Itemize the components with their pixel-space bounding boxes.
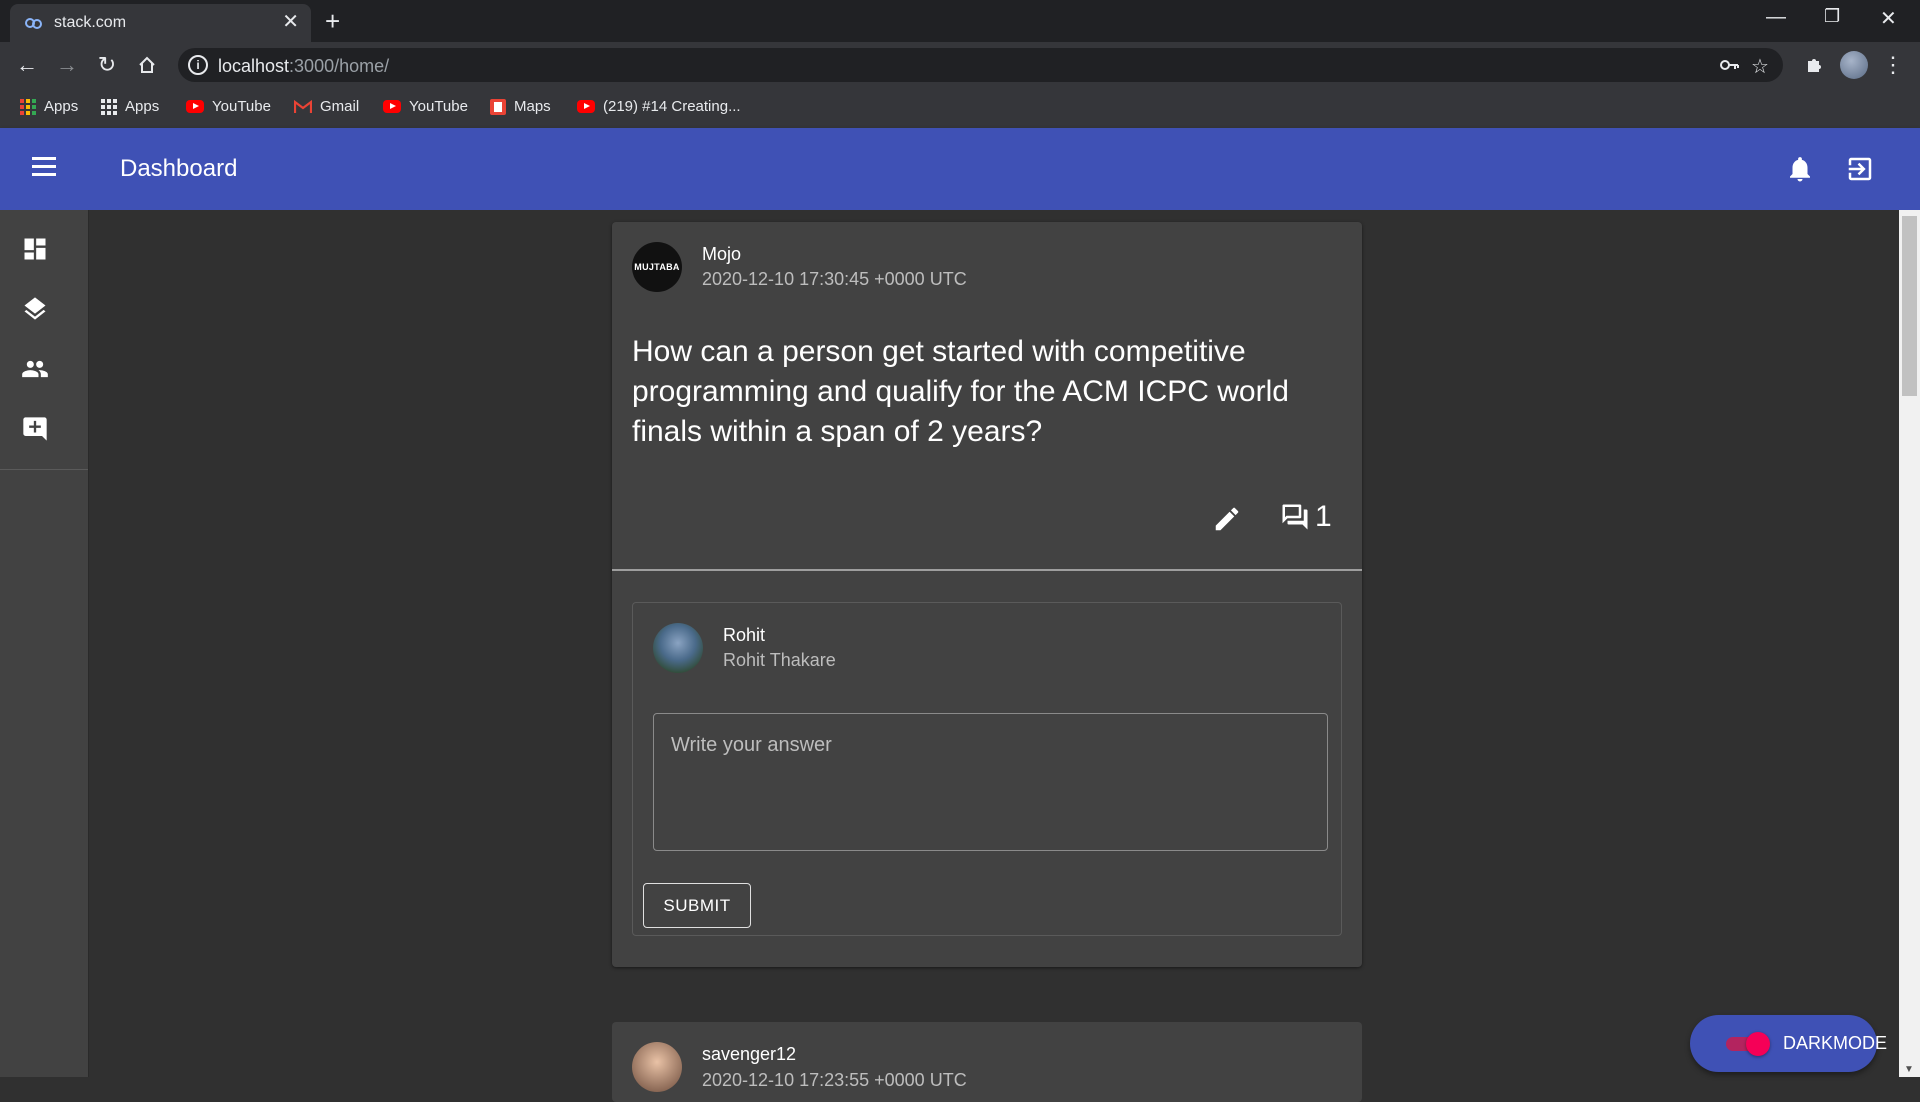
apps-grid-icon — [20, 98, 36, 115]
next-question-card: savenger12 2020-12-10 17:23:55 +0000 UTC — [612, 1022, 1362, 1102]
minimize-icon[interactable]: — — [1766, 6, 1786, 29]
dashboard-icon[interactable] — [21, 235, 49, 263]
logout-icon[interactable] — [1845, 154, 1875, 184]
bookmarks-bar: Apps Apps YouTube Gmail YouTube Maps (21… — [0, 88, 1920, 128]
app-bar: Dashboard — [0, 128, 1920, 210]
answer-user-name: Rohit — [723, 625, 766, 645]
youtube-icon — [186, 100, 204, 113]
bookmark-video[interactable]: (219) #14 Creating... — [577, 98, 741, 115]
question-date: 2020-12-10 17:30:45 +0000 UTC — [702, 269, 967, 289]
browser-tab-bar: stack.com ✕ + — ❐ ✕ — [0, 0, 1920, 42]
darkmode-toggle[interactable]: DARKMODE — [1690, 1015, 1887, 1072]
bookmark-gmail[interactable]: Gmail — [294, 98, 359, 115]
bookmark-star-icon[interactable]: ☆ — [1751, 54, 1769, 79]
question-text[interactable]: How can a person get started with compet… — [632, 332, 1332, 452]
profile-avatar[interactable] — [1840, 51, 1868, 79]
edit-icon[interactable] — [1212, 504, 1242, 534]
back-icon[interactable]: ← — [13, 51, 41, 79]
comments-icon[interactable] — [1280, 502, 1310, 532]
extensions-icon[interactable] — [1800, 51, 1828, 79]
question-card: MUJTABA Mojo 2020-12-10 17:30:45 +0000 U… — [612, 222, 1362, 967]
question-author-avatar: MUJTABA — [632, 242, 682, 292]
answer-user-fullname: Rohit Thakare — [723, 650, 836, 670]
bookmark-youtube[interactable]: YouTube — [186, 98, 271, 115]
address-bar[interactable]: i localhost:3000/home/ ☆ — [178, 48, 1783, 82]
site-info-icon[interactable]: i — [188, 55, 208, 75]
bookmark-apps-2[interactable]: Apps — [101, 98, 159, 115]
notifications-icon[interactable] — [1785, 154, 1815, 184]
people-icon[interactable] — [21, 355, 49, 383]
tab-close-icon[interactable]: ✕ — [282, 12, 299, 32]
bookmark-youtube-2[interactable]: YouTube — [383, 98, 468, 115]
scroll-down-arrow-icon[interactable]: ▼ — [1904, 1064, 1914, 1075]
key-icon[interactable] — [1718, 54, 1740, 76]
answer-user-avatar — [653, 623, 703, 673]
youtube-icon — [577, 100, 595, 113]
address-url: localhost:3000/home/ — [218, 56, 390, 76]
youtube-icon — [383, 100, 401, 113]
home-icon[interactable] — [133, 51, 161, 79]
sidebar-list — [0, 210, 88, 470]
maps-icon — [490, 98, 506, 115]
card-divider — [612, 569, 1362, 571]
page-scrollbar[interactable]: ▼ — [1899, 210, 1920, 1077]
new-tab-button[interactable]: + — [325, 8, 340, 34]
tab-title: stack.com — [54, 14, 127, 31]
close-window-icon[interactable]: ✕ — [1880, 6, 1897, 31]
next-question-date: 2020-12-10 17:23:55 +0000 UTC — [702, 1070, 967, 1090]
comment-count: 1 — [1315, 500, 1332, 533]
site-favicon-icon — [25, 18, 42, 29]
browser-menu-icon[interactable]: ⋮ — [1879, 51, 1907, 79]
sidebar — [0, 210, 89, 1077]
answer-form: Rohit Rohit Thakare SUBMIT — [632, 602, 1342, 936]
submit-button[interactable]: SUBMIT — [643, 883, 751, 928]
darkmode-label: DARKMODE — [1783, 1033, 1888, 1053]
add-comment-icon[interactable] — [21, 415, 49, 443]
darkmode-switch-thumb[interactable] — [1746, 1032, 1770, 1056]
browser-toolbar: ← → ↻ i localhost:3000/home/ ☆ ⋮ — [0, 42, 1920, 88]
scroll-thumb[interactable] — [1902, 216, 1917, 396]
layers-icon[interactable] — [21, 295, 49, 323]
bookmark-maps[interactable]: Maps — [490, 98, 551, 115]
gmail-icon — [294, 99, 312, 113]
next-question-author-avatar — [632, 1042, 682, 1092]
question-author[interactable]: Mojo — [702, 244, 741, 265]
page-title: Dashboard — [120, 155, 238, 182]
answer-input[interactable] — [653, 713, 1328, 851]
bookmark-apps[interactable]: Apps — [20, 98, 78, 115]
forward-icon[interactable]: → — [53, 51, 81, 79]
browser-tab[interactable]: stack.com ✕ — [10, 4, 311, 42]
next-question-author[interactable]: savenger12 — [702, 1044, 796, 1065]
reload-icon[interactable]: ↻ — [93, 51, 121, 79]
menu-icon[interactable] — [32, 157, 56, 177]
restore-icon[interactable]: ❐ — [1824, 6, 1840, 27]
apps-grid-icon — [101, 98, 117, 115]
